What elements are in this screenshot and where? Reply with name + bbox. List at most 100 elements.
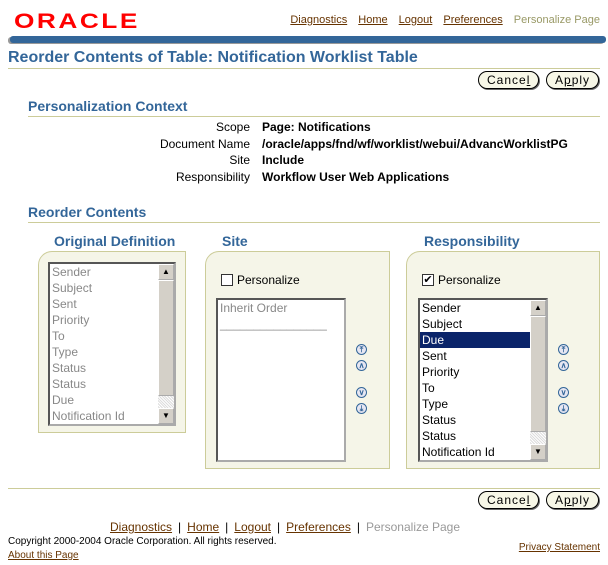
cancel-button-top[interactable]: Cancel — [478, 71, 540, 89]
scroll-up-icon[interactable]: ▲ — [530, 300, 546, 316]
context-heading: Personalization Context — [28, 98, 188, 114]
footer-link-home[interactable]: Home — [187, 520, 219, 534]
responsibility-move-up-icon[interactable]: ∧ — [558, 360, 569, 371]
context-divider — [28, 116, 600, 117]
list-item: Due — [52, 393, 75, 407]
footer-nav: Diagnostics | Home | Logout | Preferences | Pers… — [110, 520, 460, 534]
site-personalize-checkbox[interactable] — [221, 274, 233, 286]
list-item: Sent — [52, 297, 77, 311]
title-divider — [8, 68, 600, 69]
list-item[interactable]: Priority — [420, 364, 546, 380]
global-link-logout[interactable]: Logout — [399, 14, 433, 26]
site-move-down-icon[interactable]: ∨ — [356, 387, 367, 398]
privacy-statement-link[interactable]: Privacy Statement — [519, 542, 600, 553]
list-item: Type — [52, 345, 79, 359]
global-link-personalize-page: Personalize Page — [513, 14, 600, 26]
list-item[interactable]: Sent — [420, 348, 546, 364]
apply-button-top[interactable]: Apply — [546, 71, 600, 89]
responsibility-title: Responsibility — [424, 233, 520, 249]
separator: | — [178, 520, 182, 534]
list-item: Subject — [52, 281, 93, 295]
responsibility-label: Responsibility — [175, 170, 250, 184]
list-item: To — [52, 329, 65, 343]
scroll-thumb[interactable] — [158, 280, 174, 396]
global-link-preferences[interactable]: Preferences — [443, 14, 502, 26]
oracle-logo: ORACLE — [14, 10, 140, 33]
original-definition-list[interactable]: Sender Subject Sent Priority To Type Sta… — [48, 262, 176, 426]
footer-link-personalize-page: Personalize Page — [365, 520, 461, 534]
privacy-link-wrap: Privacy Statement — [519, 542, 600, 553]
site-personalize-label: Personalize — [237, 273, 300, 287]
responsibility-move-down-icon[interactable]: ∨ — [558, 387, 569, 398]
apply-label-rest: ply — [571, 73, 591, 87]
apply-accel: p — [564, 73, 572, 87]
cancel-accel: l — [526, 73, 531, 87]
responsibility-move-top-icon[interactable]: ⤒ — [558, 344, 569, 355]
header-bar — [10, 36, 606, 43]
global-link-diagnostics[interactable]: Diagnostics — [290, 14, 347, 26]
site-title: Site — [222, 233, 248, 249]
global-nav: Diagnostics Home Logout Preferences Pers… — [282, 14, 600, 26]
scope-label: Scope — [215, 120, 250, 134]
list-item: Priority — [52, 313, 90, 327]
cancel-label: Cance — [487, 73, 527, 87]
separator: | — [356, 520, 360, 534]
cancel-accel: l — [526, 493, 531, 507]
site-value: Include — [262, 153, 305, 167]
page-title: Reorder Contents of Table: Notification … — [8, 49, 418, 66]
apply-label-rest: ply — [571, 493, 591, 507]
scope-value: Page: Notifications — [262, 120, 371, 134]
cancel-button-bottom[interactable]: Cancel — [478, 491, 540, 509]
about-link-wrap: About this Page — [8, 550, 79, 561]
apply-accel: p — [564, 493, 572, 507]
list-item[interactable]: Subject — [420, 316, 546, 332]
apply-button-bottom[interactable]: Apply — [546, 491, 600, 509]
scrollbar[interactable]: ▲ ▼ — [158, 264, 174, 424]
apply-label-a: A — [555, 493, 565, 507]
list-item[interactable]: To — [420, 380, 546, 396]
list-item-selected[interactable]: Due — [420, 332, 546, 348]
list-item: Inherit Order — [220, 301, 288, 315]
site-move-up-icon[interactable]: ∧ — [356, 360, 367, 371]
scrollbar[interactable]: ▲ ▼ — [530, 300, 546, 460]
scroll-down-icon[interactable]: ▼ — [530, 444, 546, 460]
global-link-home[interactable]: Home — [358, 14, 387, 26]
responsibility-move-bottom-icon[interactable]: ⤓ — [558, 403, 569, 414]
list-item[interactable]: Notification Id — [420, 444, 546, 460]
list-item[interactable]: Status — [420, 412, 546, 428]
document-name-label: Document Name — [159, 137, 250, 151]
site-label: Site — [229, 153, 250, 167]
list-item: Status — [52, 377, 87, 391]
responsibility-personalize-label: Personalize — [438, 273, 501, 287]
copyright: Copyright 2000-2004 Oracle Corporation. … — [8, 536, 277, 547]
list-item: Sender — [52, 265, 91, 279]
site-list[interactable]: Inherit Order ________________ — [216, 298, 346, 462]
separator: | — [277, 520, 281, 534]
responsibility-list[interactable]: Sender Subject Due Sent Priority To Type… — [418, 298, 548, 462]
scroll-down-icon[interactable]: ▼ — [158, 408, 174, 424]
site-move-top-icon[interactable]: ⤒ — [356, 344, 367, 355]
list-item[interactable]: Type — [420, 396, 546, 412]
site-move-bottom-icon[interactable]: ⤓ — [356, 403, 367, 414]
document-name-value: /oracle/apps/fnd/wf/worklist/webui/Advan… — [262, 137, 568, 151]
original-definition-title: Original Definition — [54, 233, 176, 249]
about-this-page-link[interactable]: About this Page — [8, 550, 79, 561]
footer-link-preferences[interactable]: Preferences — [286, 520, 351, 534]
cancel-label: Cance — [487, 493, 527, 507]
apply-label-a: A — [555, 73, 565, 87]
scroll-thumb[interactable] — [530, 316, 546, 432]
responsibility-personalize-checkbox[interactable]: ✔ — [422, 274, 434, 286]
responsibility-value: Workflow User Web Applications — [262, 170, 450, 184]
separator: | — [225, 520, 229, 534]
list-item[interactable]: Status — [420, 428, 546, 444]
list-item[interactable]: Sender — [420, 300, 546, 316]
footer-link-diagnostics[interactable]: Diagnostics — [110, 520, 172, 534]
list-divider: ________________ — [220, 317, 327, 331]
footer-link-logout[interactable]: Logout — [234, 520, 271, 534]
bottom-divider — [8, 488, 600, 489]
scroll-up-icon[interactable]: ▲ — [158, 264, 174, 280]
list-item: Status — [52, 361, 87, 375]
list-item: Notification Id — [52, 409, 125, 423]
reorder-heading: Reorder Contents — [28, 204, 147, 220]
reorder-divider — [28, 222, 600, 223]
